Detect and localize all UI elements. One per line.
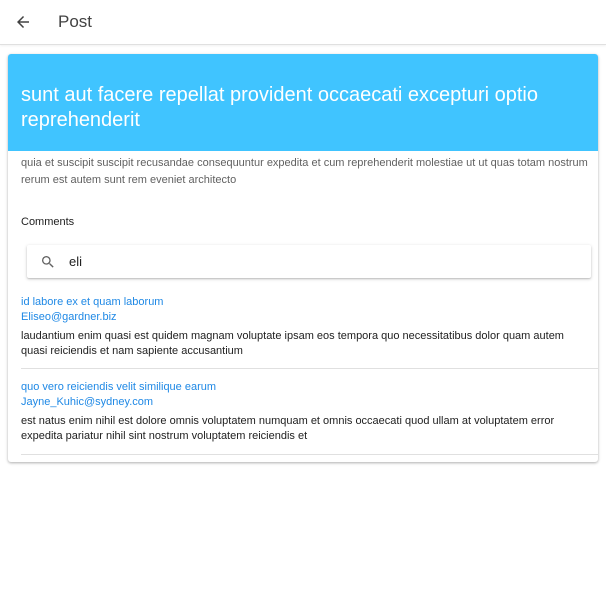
post-title: sunt aut facere repellat provident occae… [21, 84, 538, 131]
comment-name[interactable]: quo vero reiciendis velit similique earu… [21, 380, 598, 395]
comment-item: id labore ex et quam laborum Eliseo@gard… [21, 295, 598, 359]
post-header: sunt aut facere repellat provident occae… [8, 54, 598, 151]
comment-email[interactable]: Jayne_Kuhic@sydney.com [21, 395, 598, 410]
comment-item: quo vero reiciendis velit similique earu… [21, 380, 598, 444]
comments-heading: Comments [21, 216, 75, 228]
comment-body: est natus enim nihil est dolore omnis vo… [21, 415, 555, 442]
back-button[interactable] [9, 8, 37, 36]
comment-divider [21, 368, 598, 369]
search-icon [42, 256, 54, 268]
app-bar: Post [0, 0, 606, 45]
post-card: sunt aut facere repellat provident occae… [8, 54, 598, 462]
comment-email[interactable]: Eliseo@gardner.biz [21, 310, 598, 325]
page-title: Post [58, 12, 93, 31]
post-body: quia et suscipit suscipit recusandae con… [21, 157, 588, 186]
comment-name[interactable]: id labore ex et quam laborum [21, 295, 598, 310]
comment-search [27, 245, 591, 278]
comment-divider [21, 454, 598, 455]
arrow-back-icon [17, 16, 29, 28]
comment-body: laudantium enim quasi est quidem magnam … [21, 330, 564, 357]
search-input[interactable] [69, 251, 569, 272]
